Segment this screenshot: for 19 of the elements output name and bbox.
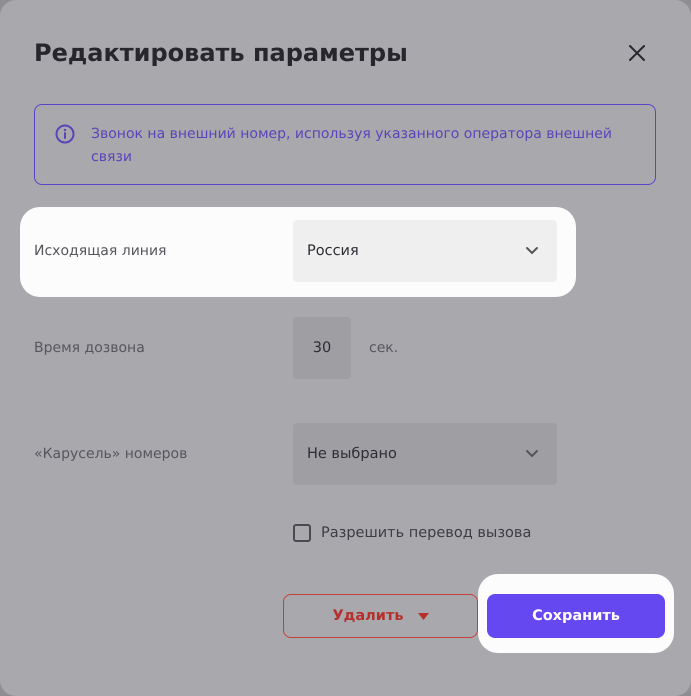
info-icon [55, 124, 75, 144]
info-text: Звонок на внешний номер, используя указанного оператора внешней связи [91, 125, 613, 166]
delete-button[interactable]: Удалить [283, 594, 478, 638]
close-button[interactable] [627, 43, 647, 63]
field-label: Исходящая линия [34, 243, 168, 259]
field-label: Время дозвона [34, 340, 146, 356]
chevron-down-icon [525, 246, 539, 256]
caret-icon [418, 612, 429, 620]
save-button[interactable]: Сохранить [487, 594, 665, 638]
number-field[interactable]: 30 [293, 317, 351, 379]
checkbox-label: Разрешить перевод вызова [321, 525, 532, 541]
chevron-down-icon [525, 449, 539, 459]
close-icon [627, 43, 647, 63]
dropdown[interactable]: Россия [293, 220, 557, 282]
checkbox[interactable] [293, 524, 311, 542]
dialog-title: Редактировать параметры [34, 39, 408, 67]
unit-label: сек. [369, 340, 398, 356]
dropdown[interactable]: Не выбрано [293, 423, 557, 485]
field-label: «Карусель» номеров [34, 446, 188, 462]
